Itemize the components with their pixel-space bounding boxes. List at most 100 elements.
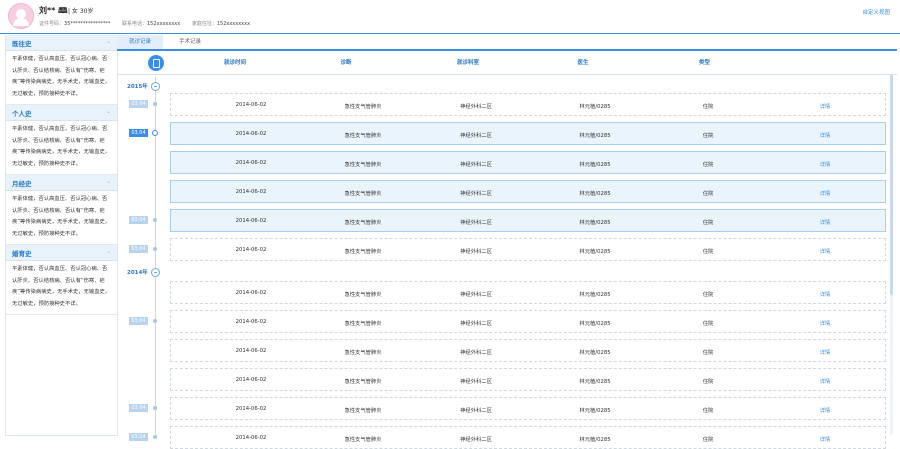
diagnosis-cell: 急性支气管肺炎 [344,437,382,443]
date-badge: 03.04 [129,404,148,412]
detail-link[interactable]: 详情 [815,377,835,385]
sidebar-section-header[interactable]: 个人史 ⌄ [6,105,117,121]
diagnosis-cell: 急性支气管肺炎 [344,321,382,327]
visit-time-cell: 2014-06-02 [235,348,267,354]
col-diagnosis: 诊断 [340,60,352,66]
doctor-cell: 林元植/0285 [579,321,611,327]
sidebar-section-title: 婚育史 [12,250,32,258]
header-divider [0,33,900,34]
tab-surgery-records[interactable]: 手术记录 [167,35,213,49]
table-row[interactable]: 2014-06-02 急性支气管肺炎 神经外科二区 林元植/0285 住院 详情 [170,281,886,304]
timeline-dot [152,130,158,136]
doctor-cell: 林元植/0285 [579,437,611,443]
sidebar-section-title: 既往史 [12,40,32,48]
type-cell: 住院 [702,249,714,255]
detail-link[interactable]: 详情 [815,348,835,356]
table-row[interactable]: 2014-06-02 急性支气管肺炎 神经外科二区 林元植/0285 住院 详情 [170,426,886,449]
table-row[interactable]: 2014-06-02 急性支气管肺炎 神经外科二区 林元植/0285 住院 详情 [170,180,886,203]
department-cell: 神经外科二区 [460,350,492,356]
table-row[interactable]: 2014-06-02 急性支气管肺炎 神经外科二区 林元植/0285 住院 详情 [170,397,886,420]
table-row[interactable]: 2014-06-02 急性支气管肺炎 神经外科二区 林元植/0285 住院 详情 [170,151,886,174]
department-cell: 神经外科二区 [460,249,492,255]
collapse-year-icon[interactable] [151,268,160,277]
detail-link[interactable]: 详情 [815,160,835,168]
year-label: 2014年 [127,270,148,276]
date-badge: 03.04 [129,245,148,253]
table-row[interactable]: 2014-06-02 急性支气管肺炎 神经外科二区 林元植/0285 住院 详情 [170,93,886,116]
table-row[interactable]: 2014-06-02 急性支气管肺炎 神经外科二区 林元植/0285 住院 详情 [170,122,886,145]
scrollbar[interactable] [890,75,893,435]
doctor-cell: 林元植/0285 [579,162,611,168]
sidebar-section-text: 平素体健，否认高血压、否认冠心病、否认肝炎、否认结核病、否认有“伤寒、疟疾”等传… [6,121,117,175]
sidebar-section-header[interactable]: 月经史 ⌄ [6,175,117,191]
visit-time-cell: 2014-06-02 [235,102,267,108]
sidebar-section-header[interactable]: 既往史 ⌄ [6,35,117,51]
home-label: 家庭住址： [191,21,217,27]
detail-link[interactable]: 详情 [815,247,835,255]
collapse-year-icon[interactable] [151,82,160,91]
visit-time-cell: 2014-06-02 [235,319,267,325]
type-cell: 住院 [702,162,714,168]
department-cell: 神经外科二区 [460,133,492,139]
diagnosis-cell: 急性支气管肺炎 [344,162,382,168]
department-cell: 神经外科二区 [460,220,492,226]
patient-gender-age: | 女 30岁 [68,8,94,15]
visit-time-cell: 2014-06-02 [235,406,267,412]
custom-view-link[interactable]: 自定义视图 [862,8,890,16]
tab-bar: 就诊记录 手术记录 [117,35,897,51]
type-cell: 住院 [702,191,714,197]
id-label: 证件号码： [39,21,65,27]
doctor-cell: 林元植/0285 [579,292,611,298]
table-row[interactable]: 2014-06-02 急性支气管肺炎 神经外科二区 林元植/0285 住院 详情 [170,368,886,391]
table-row[interactable]: 2014-06-02 急性支气管肺炎 神经外科二区 林元植/0285 住院 详情 [170,209,886,232]
type-cell: 住院 [702,104,714,110]
history-sidebar: 既往史 ⌄ 平素体健，否认高血压、否认冠心病、否认肝炎、否认结核病、否认有“伤寒、疟… [5,35,118,436]
table-row[interactable]: 2014-06-02 急性支气管肺炎 神经外科二区 林元植/0285 住院 详情 [170,238,886,261]
visit-time-cell: 2014-06-02 [235,160,267,166]
detail-link[interactable]: 详情 [815,189,835,197]
type-cell: 住院 [702,220,714,226]
id-value: 35**************** [64,21,111,27]
diagnosis-cell: 急性支气管肺炎 [344,408,382,414]
scrollbar-thumb[interactable] [890,75,893,295]
visit-time-cell: 2014-06-02 [235,218,267,224]
contact-value: 152xxxxxxxx [147,21,181,27]
department-cell: 神经外科二区 [460,292,492,298]
chevron-down-icon[interactable]: ⌄ [106,38,111,45]
date-badge: 03.04 [129,100,148,108]
department-cell: 神经外科二区 [460,104,492,110]
detail-link[interactable]: 详情 [815,319,835,327]
detail-link[interactable]: 详情 [815,102,835,110]
doctor-cell: 林元植/0285 [579,220,611,226]
type-cell: 住院 [702,292,714,298]
doctor-cell: 林元植/0285 [579,191,611,197]
visit-time-cell: 2014-06-02 [235,131,267,137]
home-value: 152xxxxxxxx [216,21,251,27]
chevron-down-icon[interactable]: ⌄ [106,108,111,115]
detail-link[interactable]: 详情 [815,131,835,139]
doctor-cell: 林元植/0285 [579,249,611,255]
patient-info: 证件号码：35**************** 联系电话：152xxxxxxxx… [39,20,260,27]
tab-visit-records[interactable]: 就诊记录 [117,35,163,49]
table-header: 就诊时间 诊断 就诊科室 医生 类型 [117,52,897,75]
diagnosis-cell: 急性支气管肺炎 [344,104,382,110]
department-cell: 神经外科二区 [460,162,492,168]
detail-link[interactable]: 详情 [815,435,835,443]
chevron-down-icon[interactable]: ⌄ [106,178,111,185]
type-cell: 住院 [702,408,714,414]
sidebar-section-header[interactable]: 婚育史 ⌄ [6,245,117,261]
detail-link[interactable]: 详情 [815,406,835,414]
table-row[interactable]: 2014-06-02 急性支气管肺炎 神经外科二区 林元植/0285 住院 详情 [170,339,886,362]
timeline-dot [153,218,157,222]
sidebar-section-text: 平素体健，否认高血压、否认冠心病、否认肝炎、否认结核病、否认有“伤寒、疟疾”等传… [6,51,117,105]
main-panel: 就诊记录 手术记录 就诊时间 诊断 就诊科室 医生 类型 2015年 2014年 0… [117,35,897,449]
date-badge: 03.04 [129,317,148,325]
table-row[interactable]: 2014-06-02 急性支气管肺炎 神经外科二区 林元植/0285 住院 详情 [170,310,886,333]
sidebar-section-text: 平素体健，否认高血压、否认冠心病、否认肝炎、否认结核病、否认有“伤寒、疟疾”等传… [6,191,117,245]
detail-link[interactable]: 详情 [815,290,835,298]
visit-time-cell: 2014-06-02 [235,290,267,296]
type-cell: 住院 [702,350,714,356]
chevron-down-icon[interactable]: ⌄ [106,248,111,255]
date-badge: 03.04 [129,216,148,224]
detail-link[interactable]: 详情 [815,218,835,226]
